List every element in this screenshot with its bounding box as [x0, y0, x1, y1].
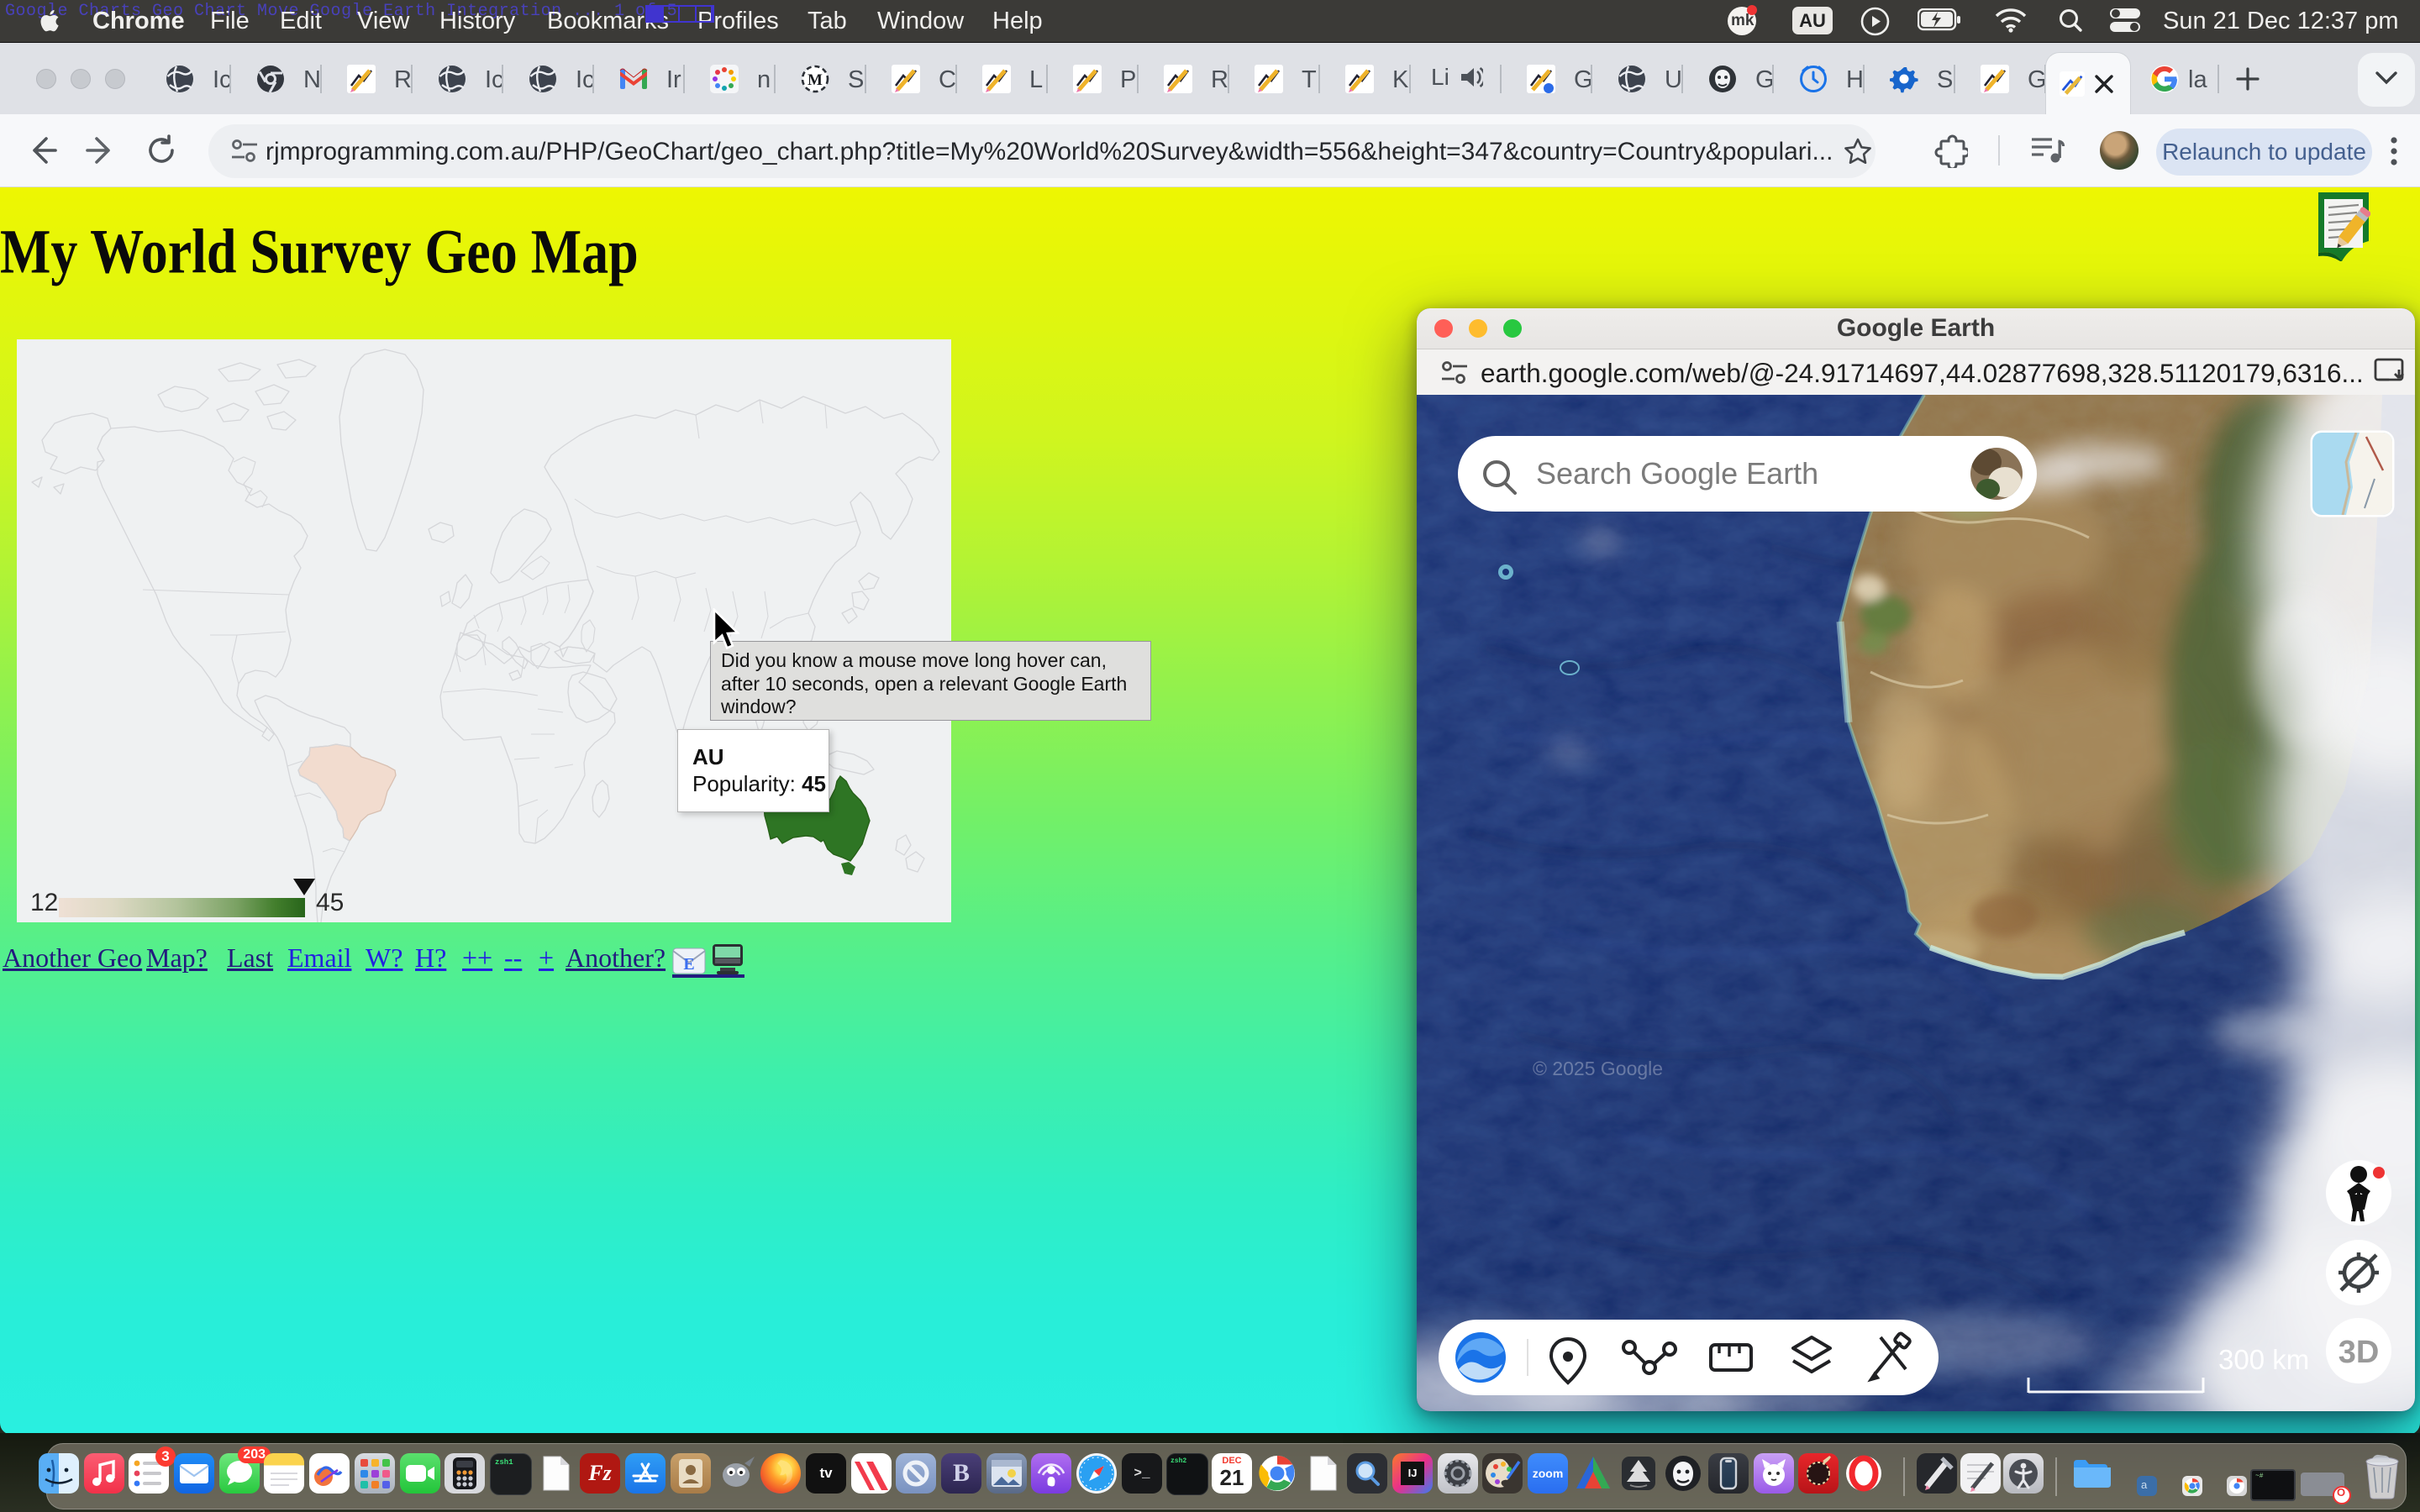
svg-text:300 km: 300 km — [2218, 1344, 2309, 1375]
svg-text:Li: Li — [1431, 64, 1449, 90]
svg-text:3D: 3D — [2338, 1335, 2380, 1370]
svg-text:M: M — [808, 71, 823, 89]
svg-text:Search Google Earth: Search Google Earth — [1536, 456, 1818, 491]
svg-text:E: E — [683, 955, 694, 974]
svg-text:© 2025 Google: © 2025 Google — [1533, 1058, 1663, 1079]
